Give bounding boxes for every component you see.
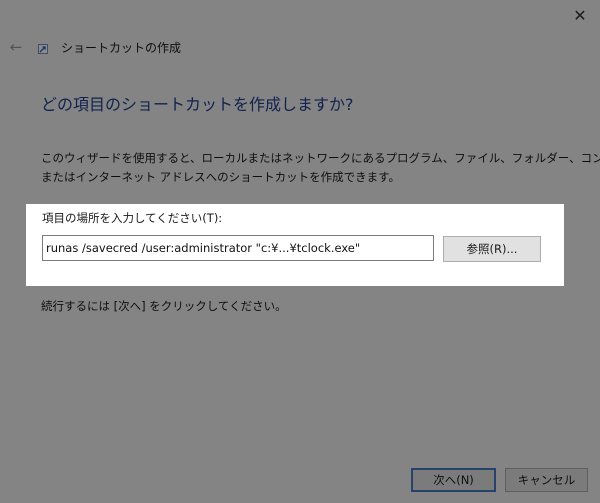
cancel-button[interactable]: キャンセル xyxy=(505,468,588,492)
description-line-2: またはインターネット アドレスへのショートカットを作成できます。 xyxy=(41,170,401,184)
close-icon[interactable]: ✕ xyxy=(566,4,594,28)
continue-hint: 続行するには [次へ] をクリックしてください。 xyxy=(41,299,287,313)
description-line-1: このウィザードを使用すると、ローカルまたはネットワークにあるプログラム、ファイル… xyxy=(41,151,600,165)
next-button[interactable]: 次へ(N) xyxy=(411,468,496,492)
page-heading: どの項目のショートカットを作成しますか? xyxy=(41,95,354,114)
wizard-description: このウィザードを使用すると、ローカルまたはネットワークにあるプログラム、ファイル… xyxy=(41,149,600,187)
create-shortcut-window: ✕ ← ショートカットの作成 どの項目のショートカットを作成しますか? このウィ… xyxy=(0,0,600,503)
shortcut-icon xyxy=(38,44,48,54)
wizard-title: ショートカットの作成 xyxy=(61,41,182,55)
back-arrow-icon[interactable]: ← xyxy=(6,37,26,57)
location-label: 項目の場所を入力してください(T): xyxy=(42,211,223,225)
location-input[interactable] xyxy=(42,235,434,261)
browse-button[interactable]: 参照(R)... xyxy=(443,236,541,262)
